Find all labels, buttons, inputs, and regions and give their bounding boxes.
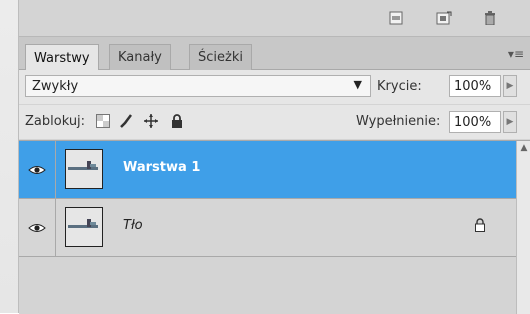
layer-thumbnail xyxy=(65,207,103,247)
blend-mode-value: Zwykły xyxy=(32,78,79,94)
lock-row: Zablokuj: Wypełnienie: 100% ▶ xyxy=(19,105,530,139)
layer-name: Warstwa 1 xyxy=(123,160,201,175)
lock-transparent-pixels-icon[interactable] xyxy=(95,113,111,129)
blend-mode-select[interactable]: Zwykły ▼ xyxy=(25,75,371,97)
tab-paths[interactable]: Ścieżki xyxy=(189,44,252,70)
lock-icon xyxy=(474,218,486,236)
chevron-down-icon: ▼ xyxy=(353,78,362,91)
opacity-input[interactable]: 100% xyxy=(449,75,501,97)
panel-menu-icon[interactable]: ▾≡ xyxy=(508,47,524,61)
top-toolbar xyxy=(19,0,530,37)
trash-icon[interactable] xyxy=(481,9,499,27)
layer-thumbnail xyxy=(65,149,103,189)
eye-icon[interactable] xyxy=(19,141,56,198)
eye-icon[interactable] xyxy=(19,199,56,256)
blend-row: Zwykły ▼ Krycie: 100% ▶ xyxy=(19,70,530,104)
layer-row[interactable]: Tło xyxy=(19,199,516,257)
layer-row[interactable]: Warstwa 1 xyxy=(19,141,516,199)
layers-panel: Warstwy Kanały Ścieżki ▾≡ Zwykły ▼ Kryci… xyxy=(0,0,530,314)
lock-label: Zablokuj: xyxy=(25,114,86,129)
panel-tab-bar: Warstwy Kanały Ścieżki ▾≡ xyxy=(19,37,530,71)
left-edge-strip xyxy=(0,0,19,313)
panel-options-icon[interactable] xyxy=(387,9,405,27)
new-layer-icon[interactable] xyxy=(435,9,453,27)
lock-all-icon[interactable] xyxy=(169,113,185,129)
tab-channels[interactable]: Kanały xyxy=(109,44,171,70)
fill-slider-arrow-icon[interactable]: ▶ xyxy=(503,111,517,133)
opacity-label: Krycie: xyxy=(377,79,422,94)
opacity-slider-arrow-icon[interactable]: ▶ xyxy=(503,75,517,97)
lock-image-pixels-icon[interactable] xyxy=(119,113,135,129)
fill-input[interactable]: 100% xyxy=(449,111,501,133)
layers-list: Warstwa 1 Tło ▲ xyxy=(19,140,530,314)
scrollbar[interactable]: ▲ xyxy=(516,141,530,314)
tab-layers[interactable]: Warstwy xyxy=(25,44,99,71)
scroll-up-icon[interactable]: ▲ xyxy=(517,143,530,155)
lock-position-icon[interactable] xyxy=(143,113,159,129)
fill-label: Wypełnienie: xyxy=(356,114,441,129)
layer-name: Tło xyxy=(123,218,143,233)
